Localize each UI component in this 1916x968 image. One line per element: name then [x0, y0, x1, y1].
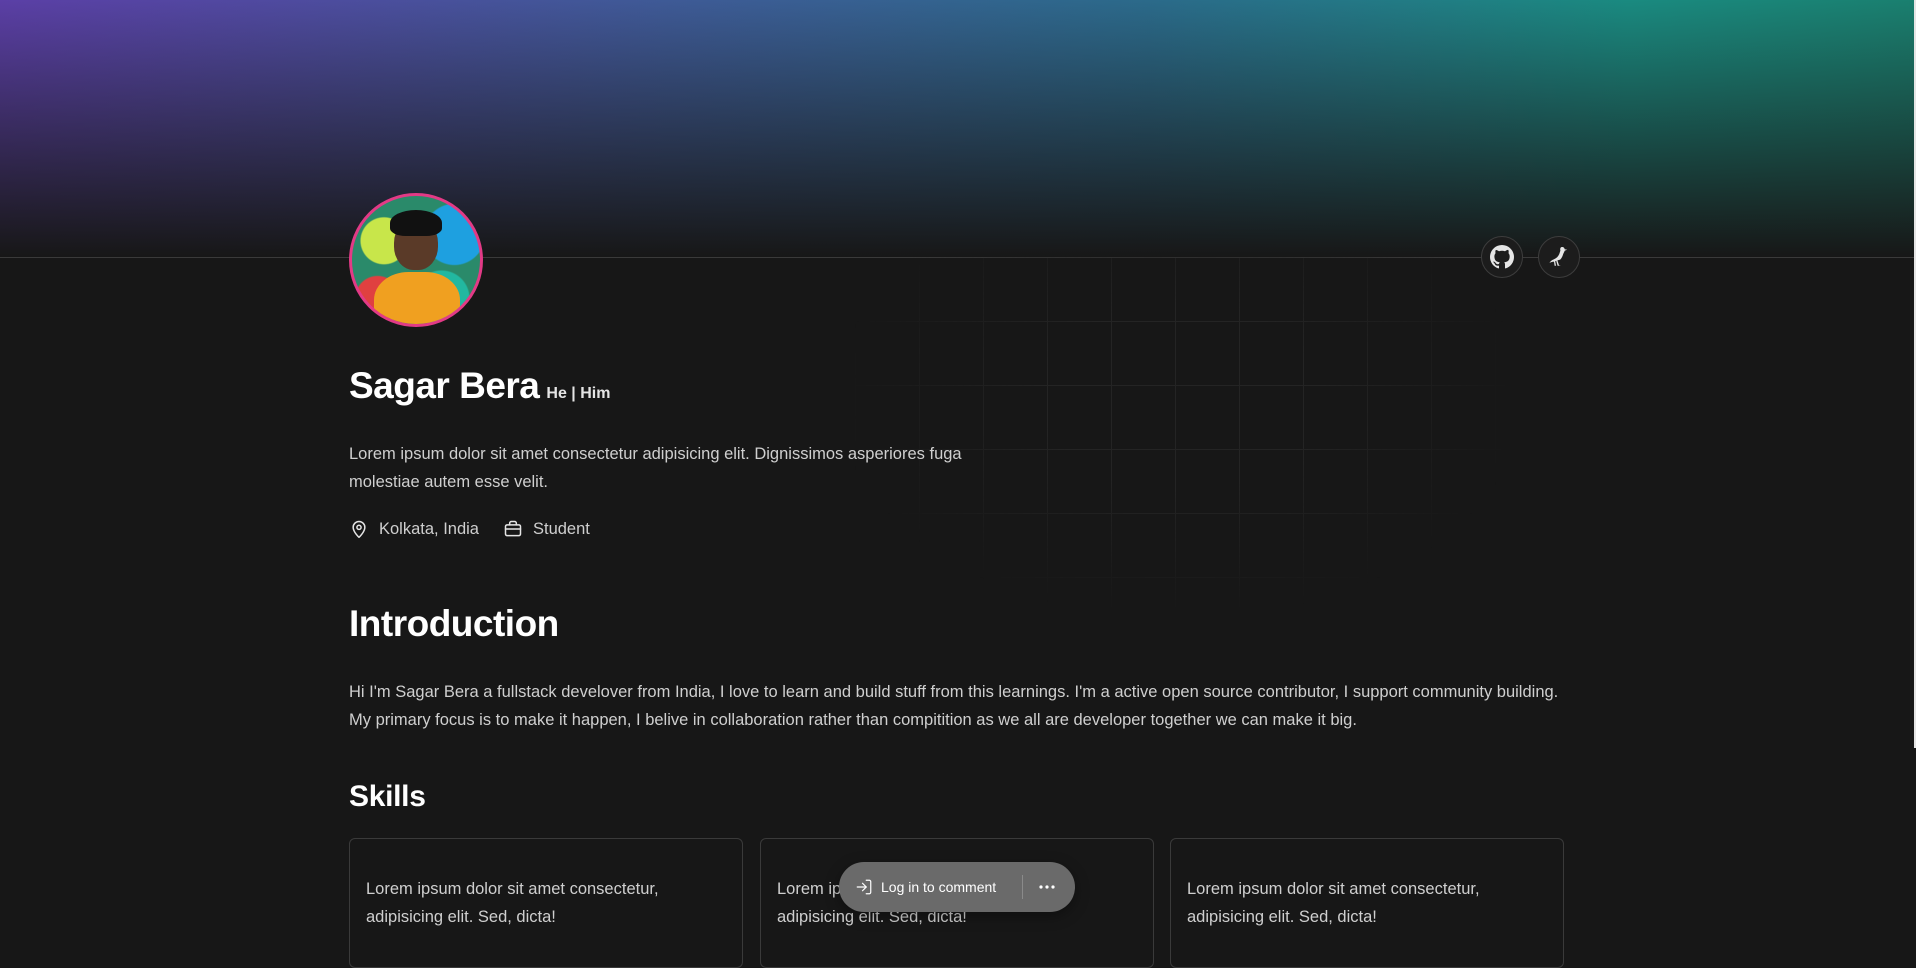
avatar: [349, 193, 483, 327]
background-grid: [855, 257, 1505, 607]
bird-icon: [1549, 247, 1568, 266]
skill-card: Lorem ipsum dolor sit amet consectetur, …: [1170, 838, 1564, 968]
location: Kolkata, India: [349, 519, 479, 539]
skill-card: Lorem ipsum dolor sit amet consectetur, …: [349, 838, 743, 968]
hashnode-link[interactable]: [1538, 236, 1580, 278]
pronouns: He | Him: [546, 385, 611, 402]
skill-card-text: Lorem ipsum dolor sit amet consectetur, …: [366, 880, 659, 926]
profile-banner: [0, 0, 1916, 258]
avatar-hair: [390, 210, 442, 236]
introduction-text: Hi I'm Sagar Bera a fullstack develover …: [349, 683, 1559, 729]
occupation: Student: [503, 519, 590, 539]
more-options-button[interactable]: [1023, 862, 1071, 912]
map-pin-icon: [352, 520, 366, 539]
skills-heading: Skills: [349, 780, 426, 813]
login-label: Log in to comment: [881, 879, 997, 895]
comment-bar: Log in to comment: [839, 862, 1075, 912]
login-to-comment-button[interactable]: Log in to comment: [839, 862, 996, 912]
name-row: Sagar Bera He | Him: [349, 365, 610, 407]
profile-meta: Kolkata, India Student: [349, 519, 614, 539]
avatar-body: [374, 272, 460, 324]
location-label: Kolkata, India: [379, 519, 479, 538]
briefcase-icon: [504, 520, 522, 537]
login-icon: [856, 879, 872, 895]
profile-bio: Lorem ipsum dolor sit amet consectetur a…: [349, 445, 962, 491]
occupation-label: Student: [532, 519, 590, 538]
introduction-heading: Introduction: [349, 603, 559, 644]
github-link[interactable]: [1481, 236, 1523, 278]
skill-card-text: Lorem ipsum dolor sit amet consectetur, …: [1187, 880, 1480, 926]
more-icon: [1039, 885, 1055, 889]
profile-name: Sagar Bera: [349, 365, 540, 406]
github-icon: [1490, 245, 1514, 269]
